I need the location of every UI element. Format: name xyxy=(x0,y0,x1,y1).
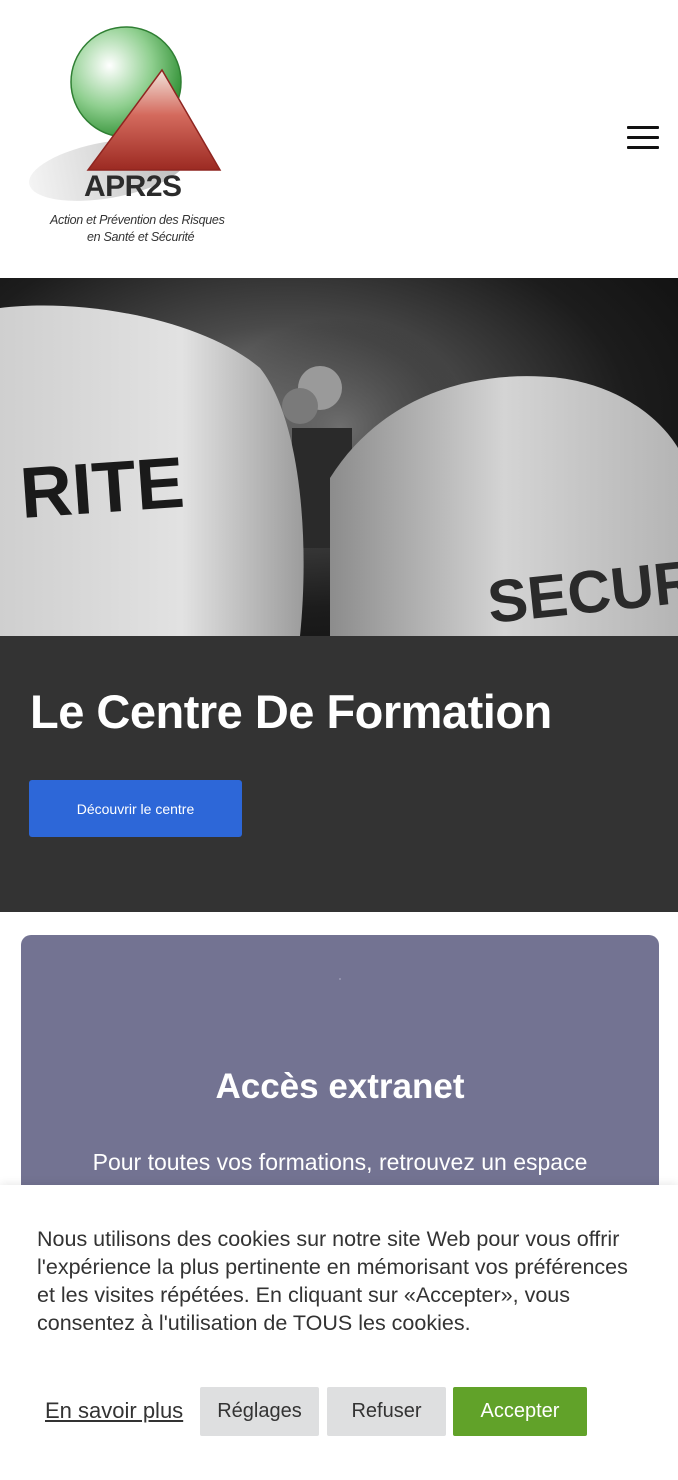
site-header: APR2S Action et Prévention des Risques e… xyxy=(0,0,678,278)
learn-more-link[interactable]: En savoir plus xyxy=(45,1398,183,1424)
section-title: Le Centre De Formation xyxy=(30,685,552,738)
logo-tagline: en Santé et Sécurité xyxy=(87,230,195,244)
hamburger-menu-icon[interactable] xyxy=(624,122,662,154)
formation-section: Le Centre De Formation Découvrir le cent… xyxy=(0,636,678,912)
refuse-button[interactable]: Refuser xyxy=(327,1387,446,1436)
svg-text:RITE: RITE xyxy=(18,443,187,534)
page: APR2S Action et Prévention des Risques e… xyxy=(0,0,678,1480)
logo-name: APR2S xyxy=(84,170,182,203)
logo-tagline: Action et Prévention des Risques xyxy=(50,213,225,227)
security-staff-photo: RITE SECURIT xyxy=(0,305,678,636)
discover-center-button[interactable]: Découvrir le centre xyxy=(29,780,242,837)
hero-image: RITE SECURIT xyxy=(0,278,678,636)
extranet-text: Pour toutes vos formations, retrouvez un… xyxy=(92,1149,588,1175)
cookie-banner: Nous utilisons des cookies sur notre sit… xyxy=(0,1185,678,1480)
settings-button[interactable]: Réglages xyxy=(200,1387,319,1436)
extranet-title: Accès extranet xyxy=(215,1067,465,1106)
cookie-message: Nous utilisons des cookies sur notre sit… xyxy=(37,1227,628,1335)
accept-button[interactable]: Accepter xyxy=(453,1387,587,1436)
decorative-dot xyxy=(339,978,341,980)
site-logo[interactable]: APR2S Action et Prévention des Risques e… xyxy=(26,22,246,252)
